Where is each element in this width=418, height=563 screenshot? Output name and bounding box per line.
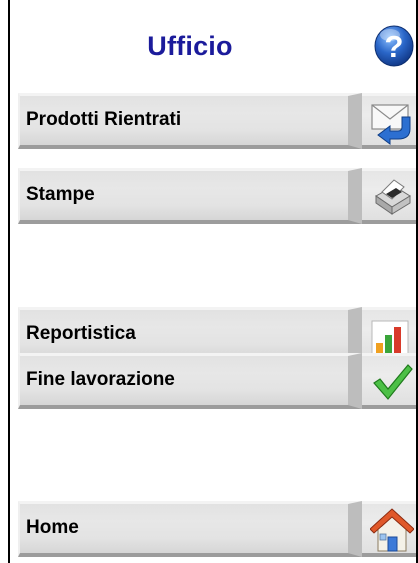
menu-item-label: Home	[26, 517, 79, 538]
prodotti-rientrati-button[interactable]: Prodotti Rientrati	[18, 93, 362, 149]
menu-item-stampe[interactable]: Stampe	[18, 168, 416, 224]
menu-item-fine-lavorazione[interactable]: Fine lavorazione	[18, 353, 416, 409]
page-title: Ufficio	[147, 31, 233, 61]
menu-item-home[interactable]: Home	[18, 501, 416, 557]
stampe-button[interactable]: Stampe	[18, 168, 362, 224]
question-mark-icon: ?	[374, 25, 414, 67]
screen-left-border	[8, 0, 10, 563]
menu-item-prodotti-rientrati[interactable]: Prodotti Rientrati	[18, 93, 416, 149]
mail-return-icon	[371, 104, 411, 145]
house-icon	[370, 508, 414, 552]
menu-item-label: Reportistica	[26, 323, 136, 344]
home-icon-button[interactable]	[362, 501, 416, 557]
prodotti-rientrati-icon-button[interactable]	[362, 93, 416, 149]
checkmark-icon	[373, 364, 413, 400]
menu-item-label: Stampe	[26, 184, 95, 205]
svg-text:?: ?	[385, 29, 404, 64]
stampe-icon-button[interactable]	[362, 168, 416, 224]
menu-item-label: Fine lavorazione	[26, 369, 175, 390]
help-button[interactable]: ?	[373, 24, 415, 68]
home-button[interactable]: Home	[18, 501, 362, 557]
fine-lavorazione-button[interactable]: Fine lavorazione	[18, 353, 362, 409]
menu-item-label: Prodotti Rientrati	[26, 109, 182, 130]
printer-icon	[375, 179, 411, 215]
fine-lavorazione-icon-button[interactable]	[362, 353, 416, 409]
